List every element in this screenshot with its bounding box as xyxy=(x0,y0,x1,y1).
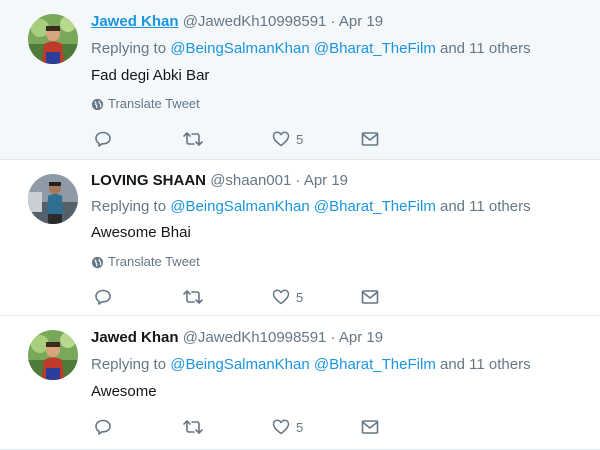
mention-link[interactable]: @BeingSalmanKhan xyxy=(170,356,309,373)
retweet-button[interactable] xyxy=(182,129,204,149)
translate-label: Translate Tweet xyxy=(108,96,200,111)
separator-dot: · xyxy=(330,329,336,346)
mention-link[interactable]: @Bharat_TheFilm xyxy=(314,198,436,215)
others-count[interactable]: and 11 others xyxy=(440,198,531,215)
like-button[interactable]: 5 xyxy=(272,129,303,149)
retweet-icon xyxy=(183,132,203,146)
like-button[interactable]: 5 xyxy=(272,287,303,307)
tweet-item[interactable]: Jawed Khan @JawedKh10998591 · Apr 19 Rep… xyxy=(0,316,600,450)
globe-icon xyxy=(91,256,104,268)
replying-to-line: Replying to @BeingSalmanKhan @Bharat_The… xyxy=(91,39,531,59)
tweet-header: Jawed Khan @JawedKh10998591 · Apr 19 xyxy=(91,328,383,348)
reply-button[interactable] xyxy=(94,287,112,307)
mention-link[interactable]: @BeingSalmanKhan xyxy=(170,198,309,215)
display-name[interactable]: Jawed Khan xyxy=(91,13,179,30)
tweet-actions: 5 xyxy=(91,129,391,149)
display-name[interactable]: LOVING SHAAN xyxy=(91,172,206,189)
mention-link[interactable]: @Bharat_TheFilm xyxy=(314,356,436,373)
envelope-icon xyxy=(361,290,379,304)
tweet-item[interactable]: Jawed Khan @JawedKh10998591 · Apr 19 Rep… xyxy=(0,0,600,160)
avatar[interactable] xyxy=(28,174,78,224)
retweet-button[interactable] xyxy=(182,417,204,437)
reply-icon xyxy=(95,419,111,435)
direct-message-button[interactable] xyxy=(361,129,379,149)
display-name[interactable]: Jawed Khan xyxy=(91,329,179,346)
like-count: 5 xyxy=(296,289,304,305)
like-button[interactable]: 5 xyxy=(272,417,303,437)
avatar[interactable] xyxy=(28,330,78,380)
timestamp[interactable]: Apr 19 xyxy=(339,13,383,30)
others-count[interactable]: and 11 others xyxy=(440,356,531,373)
heart-icon xyxy=(272,289,290,305)
tweet-header: Jawed Khan @JawedKh10998591 · Apr 19 xyxy=(91,12,383,32)
user-handle[interactable]: @shaan001 xyxy=(210,172,291,189)
like-count: 5 xyxy=(296,131,304,147)
retweet-icon xyxy=(183,420,203,434)
timestamp[interactable]: Apr 19 xyxy=(339,329,383,346)
translate-tweet-link[interactable]: Translate Tweet xyxy=(91,254,200,270)
mention-link[interactable]: @Bharat_TheFilm xyxy=(314,40,436,57)
heart-icon xyxy=(272,419,290,435)
translate-tweet-link[interactable]: Translate Tweet xyxy=(91,96,200,112)
reply-button[interactable] xyxy=(94,417,112,437)
retweet-button[interactable] xyxy=(182,287,204,307)
tweet-actions: 5 xyxy=(91,287,391,307)
envelope-icon xyxy=(361,420,379,434)
tweet-text: Awesome xyxy=(91,383,157,400)
tweet-actions: 5 xyxy=(91,417,391,437)
translate-label: Translate Tweet xyxy=(108,254,200,269)
replying-to-label: Replying to xyxy=(91,40,167,57)
heart-icon xyxy=(272,131,290,147)
globe-icon xyxy=(91,98,104,110)
replying-to-label: Replying to xyxy=(91,356,167,373)
others-count[interactable]: and 11 others xyxy=(440,40,531,57)
reply-button[interactable] xyxy=(94,129,112,149)
envelope-icon xyxy=(361,132,379,146)
user-handle[interactable]: @JawedKh10998591 xyxy=(183,13,327,30)
reply-icon xyxy=(95,289,111,305)
replying-to-label: Replying to xyxy=(91,198,167,215)
separator-dot: · xyxy=(295,172,301,189)
retweet-icon xyxy=(183,290,203,304)
tweet-feed: Jawed Khan @JawedKh10998591 · Apr 19 Rep… xyxy=(0,0,600,450)
direct-message-button[interactable] xyxy=(361,417,379,437)
tweet-item[interactable]: LOVING SHAAN @shaan001 · Apr 19 Replying… xyxy=(0,160,600,316)
replying-to-line: Replying to @BeingSalmanKhan @Bharat_The… xyxy=(91,197,531,217)
tweet-text: Awesome Bhai xyxy=(91,224,191,241)
reply-icon xyxy=(95,131,111,147)
mention-link[interactable]: @BeingSalmanKhan xyxy=(170,40,309,57)
direct-message-button[interactable] xyxy=(361,287,379,307)
timestamp[interactable]: Apr 19 xyxy=(304,172,348,189)
avatar[interactable] xyxy=(28,14,78,64)
separator-dot: · xyxy=(330,13,336,30)
tweet-header: LOVING SHAAN @shaan001 · Apr 19 xyxy=(91,171,348,191)
replying-to-line: Replying to @BeingSalmanKhan @Bharat_The… xyxy=(91,355,531,375)
like-count: 5 xyxy=(296,419,304,435)
user-handle[interactable]: @JawedKh10998591 xyxy=(183,329,327,346)
tweet-text: Fad degi Abki Bar xyxy=(91,67,210,84)
